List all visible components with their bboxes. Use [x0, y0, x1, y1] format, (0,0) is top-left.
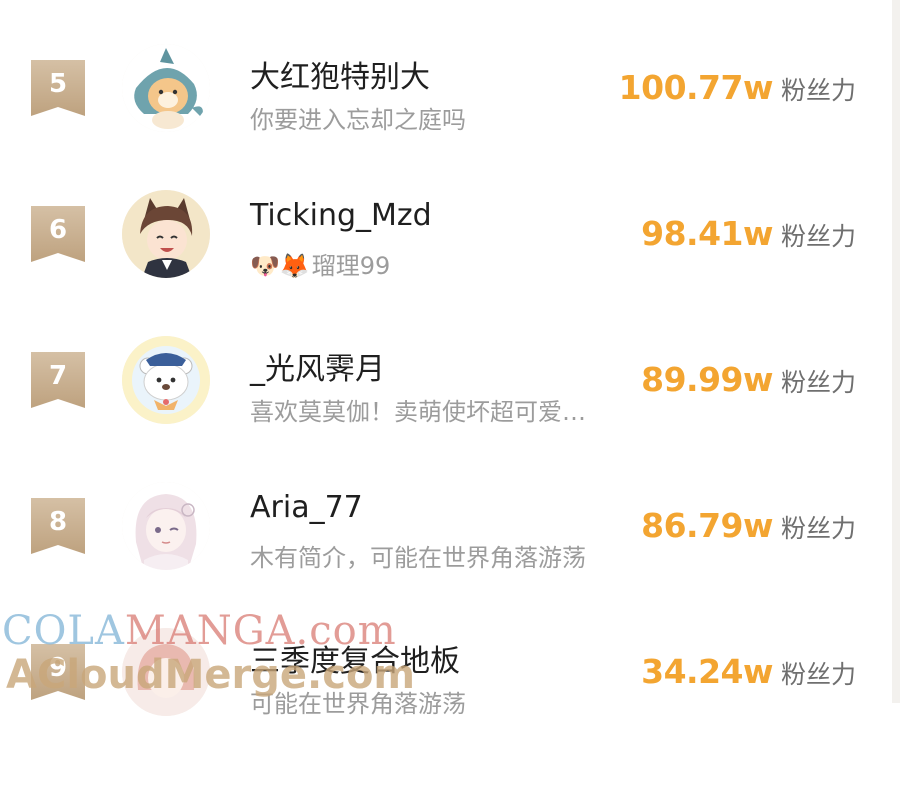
fans-unit: 粉丝力	[780, 368, 856, 397]
user-bio: 木有简介，可能在世界角落游荡	[250, 544, 586, 572]
user-bio: 🐶🦊瑠理99	[250, 252, 391, 280]
user-name[interactable]: _光风霁月	[250, 344, 385, 388]
dog-fox-emoji-icon: 🐶🦊	[250, 252, 310, 280]
scrollbar-track[interactable]	[892, 0, 900, 703]
rank-badge: 5	[31, 60, 85, 116]
fans-power: 86.79w 粉丝力	[641, 506, 856, 545]
rank-badge: 8	[31, 498, 85, 554]
fans-unit: 粉丝力	[780, 76, 856, 105]
boy-cat-ears-avatar-icon[interactable]	[122, 190, 210, 278]
fans-value: 98.41w	[641, 214, 773, 253]
user-name[interactable]: 三季度复合地板	[250, 636, 460, 680]
fans-power: 89.99w 粉丝力	[641, 360, 856, 399]
fans-value: 86.79w	[641, 506, 773, 545]
shark-cat-avatar-icon[interactable]	[122, 44, 210, 132]
rank-badge: 9	[31, 644, 85, 700]
leaderboard-row-9[interactable]: 9 三季度复合地板 可能在世界角落游荡 34.24w 粉丝力	[0, 628, 890, 790]
leaderboard-row-5[interactable]: 5 大红狍特别大 你要进入忘却之庭吗 100.77w 粉丝力	[0, 44, 890, 206]
leaderboard-row-7[interactable]: 7 _光风霁月 喜欢莫莫伽！卖萌使坏超可爱… 89.99w 粉丝力	[0, 336, 890, 498]
fans-unit: 粉丝力	[780, 660, 856, 689]
user-bio: 可能在世界角落游荡	[250, 690, 466, 718]
rank-badge: 7	[31, 352, 85, 408]
user-bio: 喜欢莫莫伽！卖萌使坏超可爱…	[250, 398, 586, 426]
fans-value: 89.99w	[641, 360, 773, 399]
fans-unit: 粉丝力	[780, 222, 856, 251]
fans-power: 100.77w 粉丝力	[619, 68, 856, 107]
fans-power: 98.41w 粉丝力	[641, 214, 856, 253]
user-name[interactable]: Aria_77	[250, 490, 363, 525]
anime-girl-avatar-icon[interactable]	[122, 482, 210, 570]
bear-sailor-avatar-icon[interactable]	[122, 336, 210, 424]
user-name[interactable]: 大红狍特别大	[250, 52, 430, 96]
user-name[interactable]: Ticking_Mzd	[250, 198, 432, 233]
fans-power: 34.24w 粉丝力	[641, 652, 856, 691]
leaderboard-row-6[interactable]: 6 Ticking_Mzd 🐶🦊瑠理99 98.41w 粉丝力	[0, 190, 890, 352]
leaderboard-row-8[interactable]: 8 Aria_77 木有简介，可能在世界角落游荡 86.79w 粉丝力	[0, 482, 890, 644]
user-bio: 你要进入忘却之庭吗	[250, 106, 466, 134]
fans-unit: 粉丝力	[780, 514, 856, 543]
rank-badge: 6	[31, 206, 85, 262]
fans-value: 100.77w	[618, 68, 774, 107]
fans-value: 34.24w	[641, 652, 773, 691]
